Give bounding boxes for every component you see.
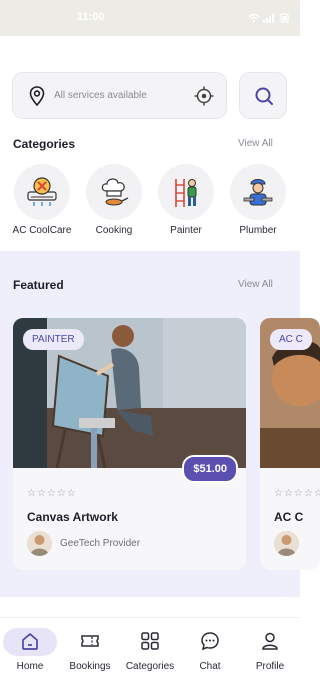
provider-name: GeeTech Provider xyxy=(60,538,141,549)
grid-icon xyxy=(140,631,160,656)
category-tag: PAINTER xyxy=(23,329,84,350)
profile-icon xyxy=(260,631,280,656)
search-button[interactable] xyxy=(239,72,287,119)
chef-hat-icon xyxy=(86,164,142,220)
painter-icon xyxy=(158,164,214,220)
category-tag: AC C xyxy=(270,329,312,350)
nav-categories[interactable]: Categories xyxy=(120,618,180,684)
category-ac-coolcare[interactable]: AC CoolCare xyxy=(12,164,72,236)
status-time: 11:00 xyxy=(77,11,105,23)
location-pin-icon xyxy=(29,86,45,111)
chat-icon xyxy=(200,631,220,656)
battery-icon xyxy=(280,10,290,28)
signal-icon xyxy=(263,10,277,28)
price-badge: $51.00 xyxy=(182,455,238,483)
home-icon xyxy=(20,631,40,656)
featured-title: Featured xyxy=(13,278,64,292)
category-label: Plumber xyxy=(239,225,277,236)
ac-repair-icon xyxy=(14,164,70,220)
search-placeholder: All services available xyxy=(54,90,147,101)
category-label: Painter xyxy=(170,225,202,236)
nav-label: Categories xyxy=(125,661,175,672)
nav-chat[interactable]: Chat xyxy=(180,618,240,684)
search-input[interactable]: All services available xyxy=(12,72,227,119)
service-card-ac[interactable]: AC C ☆☆☆☆☆ AC C xyxy=(260,318,320,570)
provider-info xyxy=(274,531,299,556)
nav-profile[interactable]: Profile xyxy=(240,618,300,684)
nav-label: Home xyxy=(16,661,44,672)
nav-label: Profile xyxy=(255,661,285,672)
star-rating: ☆☆☆☆☆ xyxy=(274,488,320,499)
bottom-navigation: Home Bookings Categories Chat Profile xyxy=(0,617,300,684)
ticket-icon xyxy=(80,631,100,656)
service-title: Canvas Artwork xyxy=(27,510,118,524)
star-rating: ☆☆☆☆☆ xyxy=(27,488,77,499)
plumber-icon xyxy=(230,164,286,220)
provider-info: GeeTech Provider xyxy=(27,531,140,556)
nav-home[interactable]: Home xyxy=(0,618,60,684)
categories-title: Categories xyxy=(13,137,76,151)
category-label: Cooking xyxy=(95,225,133,236)
wifi-icon xyxy=(248,10,260,28)
category-plumber[interactable]: Plumber xyxy=(228,164,288,236)
category-cooking[interactable]: Cooking xyxy=(84,164,144,236)
avatar xyxy=(274,531,299,556)
nav-bookings[interactable]: Bookings xyxy=(60,618,120,684)
service-title: AC C xyxy=(274,510,304,524)
service-card-canvas-artwork[interactable]: PAINTER $51.00 ☆☆☆☆☆ Canvas Artwork GeeT… xyxy=(13,318,246,570)
category-painter[interactable]: Painter xyxy=(156,164,216,236)
avatar xyxy=(27,531,52,556)
category-label: AC CoolCare xyxy=(12,225,72,236)
featured-view-all-link[interactable]: View All xyxy=(238,279,273,290)
status-icons xyxy=(248,10,290,28)
nav-label: Bookings xyxy=(69,661,111,672)
categories-view-all-link[interactable]: View All xyxy=(238,138,273,149)
nav-label: Chat xyxy=(199,661,221,672)
current-location-icon[interactable] xyxy=(194,86,214,111)
status-bar: 11:00 xyxy=(0,0,300,36)
